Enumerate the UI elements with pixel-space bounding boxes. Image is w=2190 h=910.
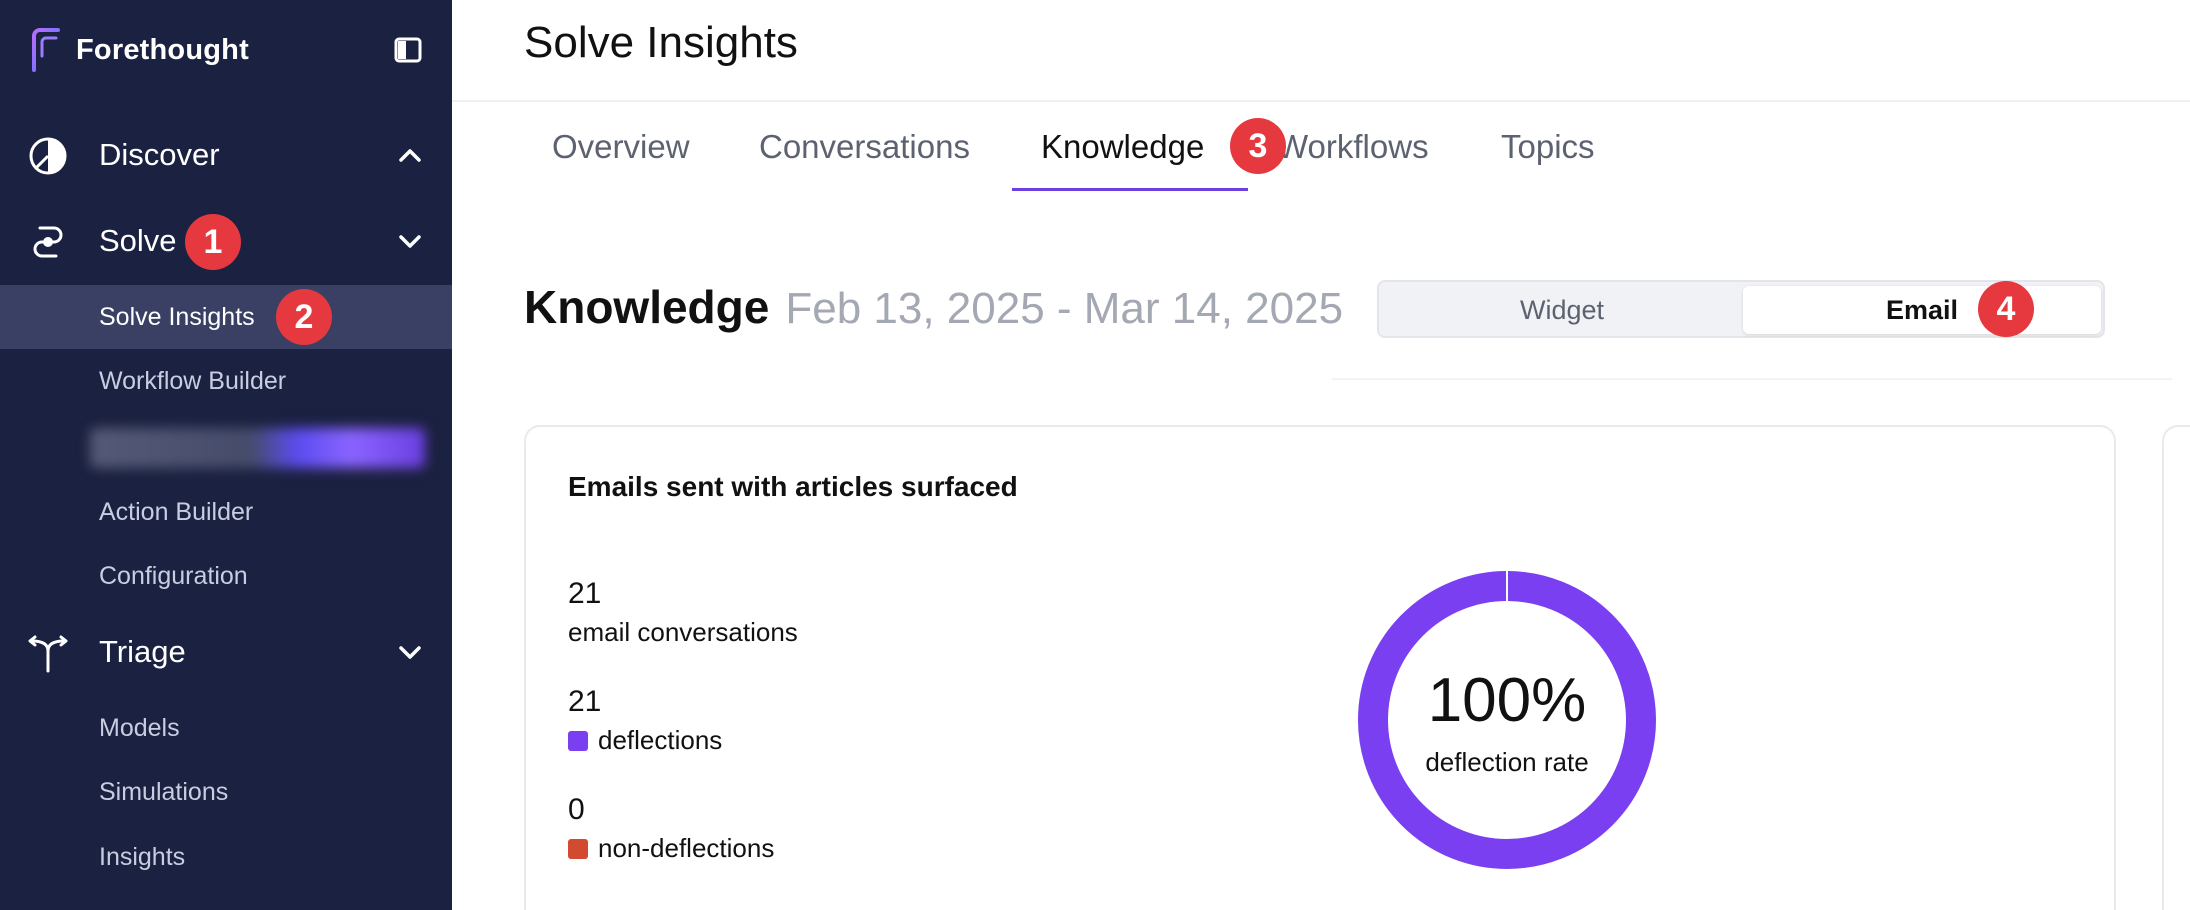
deflection-rate-label: deflection rate: [1425, 747, 1589, 777]
annotation-badge-3: 3: [1230, 118, 1286, 174]
forethought-logo-icon: [32, 28, 60, 72]
discover-icon: [29, 137, 67, 175]
tab-topics[interactable]: Topics: [1501, 128, 1595, 166]
emails-articles-card: Emails sent with articles surfaced 21 em…: [524, 425, 2116, 910]
stat-non-deflections: 0 non-deflections: [568, 793, 774, 864]
card-title: Emails sent with articles surfaced: [568, 471, 1018, 502]
brand[interactable]: Forethought: [28, 26, 249, 74]
sidebar-item-label: Simulations: [99, 777, 229, 806]
section-title: Knowledge: [524, 281, 770, 333]
stat-value: 21: [568, 685, 602, 718]
sidebar-item-action-builder[interactable]: Action Builder: [0, 480, 452, 544]
sidebar-item-configuration[interactable]: Configuration: [0, 544, 452, 608]
deflection-rate-value: 100%: [1427, 666, 1587, 735]
sidebar-item-label: Solve Insights: [99, 302, 255, 331]
stat-deflections: 21 deflections: [568, 685, 722, 756]
chevron-down-icon[interactable]: [394, 636, 426, 668]
annotation-badge-1: 1: [185, 214, 241, 270]
collapse-sidebar-icon[interactable]: [393, 36, 423, 64]
page-title: Solve Insights: [524, 18, 798, 67]
tab-conversations[interactable]: Conversations: [759, 128, 970, 166]
date-range: Feb 13, 2025 - Mar 14, 2025: [785, 284, 1344, 333]
stat-value: 21: [568, 577, 602, 610]
sidebar-item-simulations[interactable]: Simulations: [0, 760, 452, 824]
sidebar-item-workflow-builder[interactable]: Workflow Builder: [0, 349, 452, 413]
divider: [1332, 378, 2172, 380]
sidebar-item-label: Configuration: [99, 561, 248, 590]
tab-knowledge[interactable]: Knowledge: [1041, 128, 1204, 166]
stat-label: deflections: [598, 725, 723, 755]
brand-name: Forethought: [76, 33, 249, 66]
sidebar: Forethought Discover Solve 1 Solve Insig…: [0, 0, 452, 910]
stat-label: email conversations: [568, 617, 798, 647]
stat-value: 0: [568, 793, 585, 826]
sidebar-item-label: Workflow Builder: [99, 366, 287, 395]
legend-swatch-deflections: [568, 730, 588, 751]
active-tab-indicator: [1012, 188, 1248, 191]
stat-label: non-deflections: [598, 833, 775, 863]
section-header: Knowledge Feb 13, 2025 - Mar 14, 2025: [524, 280, 1343, 334]
sidebar-item-label: Action Builder: [99, 497, 254, 526]
main-content: Solve Insights Overview Conversations Kn…: [452, 0, 2190, 910]
toggle-option-widget[interactable]: Widget: [1383, 286, 1741, 334]
sidebar-item-models[interactable]: Models: [0, 696, 452, 760]
annotation-badge-2: 2: [276, 289, 332, 345]
legend-swatch-non-deflections: [568, 838, 588, 859]
chevron-up-icon[interactable]: [394, 139, 426, 171]
next-card-edge: [2162, 425, 2190, 910]
toggle-option-email[interactable]: Email: [1743, 286, 2101, 334]
stat-email-conversations: 21 email conversations: [568, 577, 798, 648]
sidebar-section-discover[interactable]: Discover: [0, 120, 452, 190]
sidebar-item-label: Models: [99, 713, 180, 742]
solve-icon: [33, 226, 63, 258]
sidebar-section-label: Solve: [99, 223, 177, 258]
sidebar-item-solve-insights[interactable]: Solve Insights: [0, 285, 452, 349]
sidebar-section-label: Triage: [99, 634, 186, 669]
sidebar-section-triage[interactable]: Triage: [0, 617, 452, 687]
sidebar-section-label: Discover: [99, 137, 220, 172]
tab-bar: Overview Conversations Knowledge Workflo…: [452, 118, 2190, 194]
tab-workflows[interactable]: Workflows: [1277, 128, 1429, 166]
sidebar-item-label: Insights: [99, 842, 186, 871]
annotation-badge-4: 4: [1978, 281, 2034, 337]
chevron-down-icon[interactable]: [394, 225, 426, 257]
sidebar-item-insights[interactable]: Insights: [0, 825, 452, 889]
header-divider: [452, 100, 2190, 102]
blurred-sidebar-item[interactable]: [90, 428, 425, 468]
triage-icon: [28, 635, 68, 673]
tab-overview[interactable]: Overview: [552, 128, 690, 166]
